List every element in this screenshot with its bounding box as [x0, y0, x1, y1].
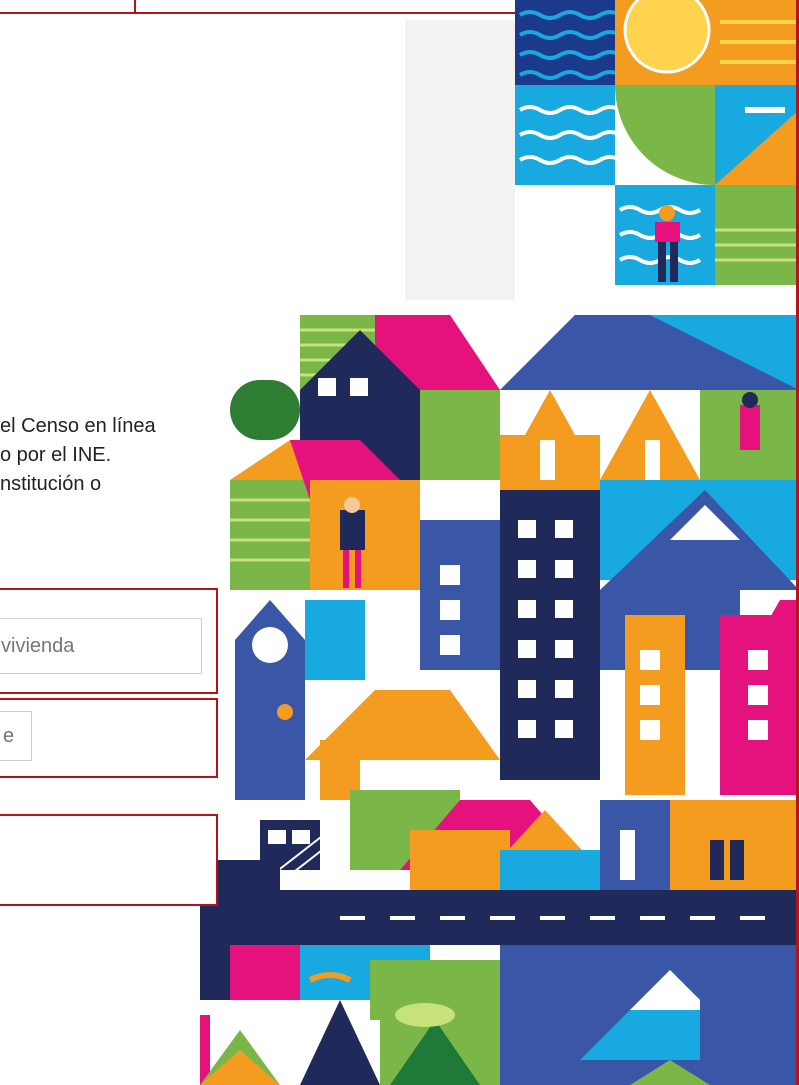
illustration-svg	[200, 0, 799, 1085]
vivienda-code-input[interactable]	[0, 618, 202, 674]
intro-line-3: nstitución o	[0, 473, 102, 495]
form-section-3	[0, 814, 218, 906]
second-code-input[interactable]	[0, 711, 32, 761]
intro-line-1: el Censo en línea	[0, 415, 156, 437]
census-city-illustration	[200, 0, 799, 1085]
top-border-frame	[0, 0, 136, 14]
intro-line-2: o por el INE.	[0, 444, 112, 466]
intro-text: el Censo en línea o por el INE. nstituci…	[0, 412, 240, 499]
form-section-2	[0, 698, 218, 778]
